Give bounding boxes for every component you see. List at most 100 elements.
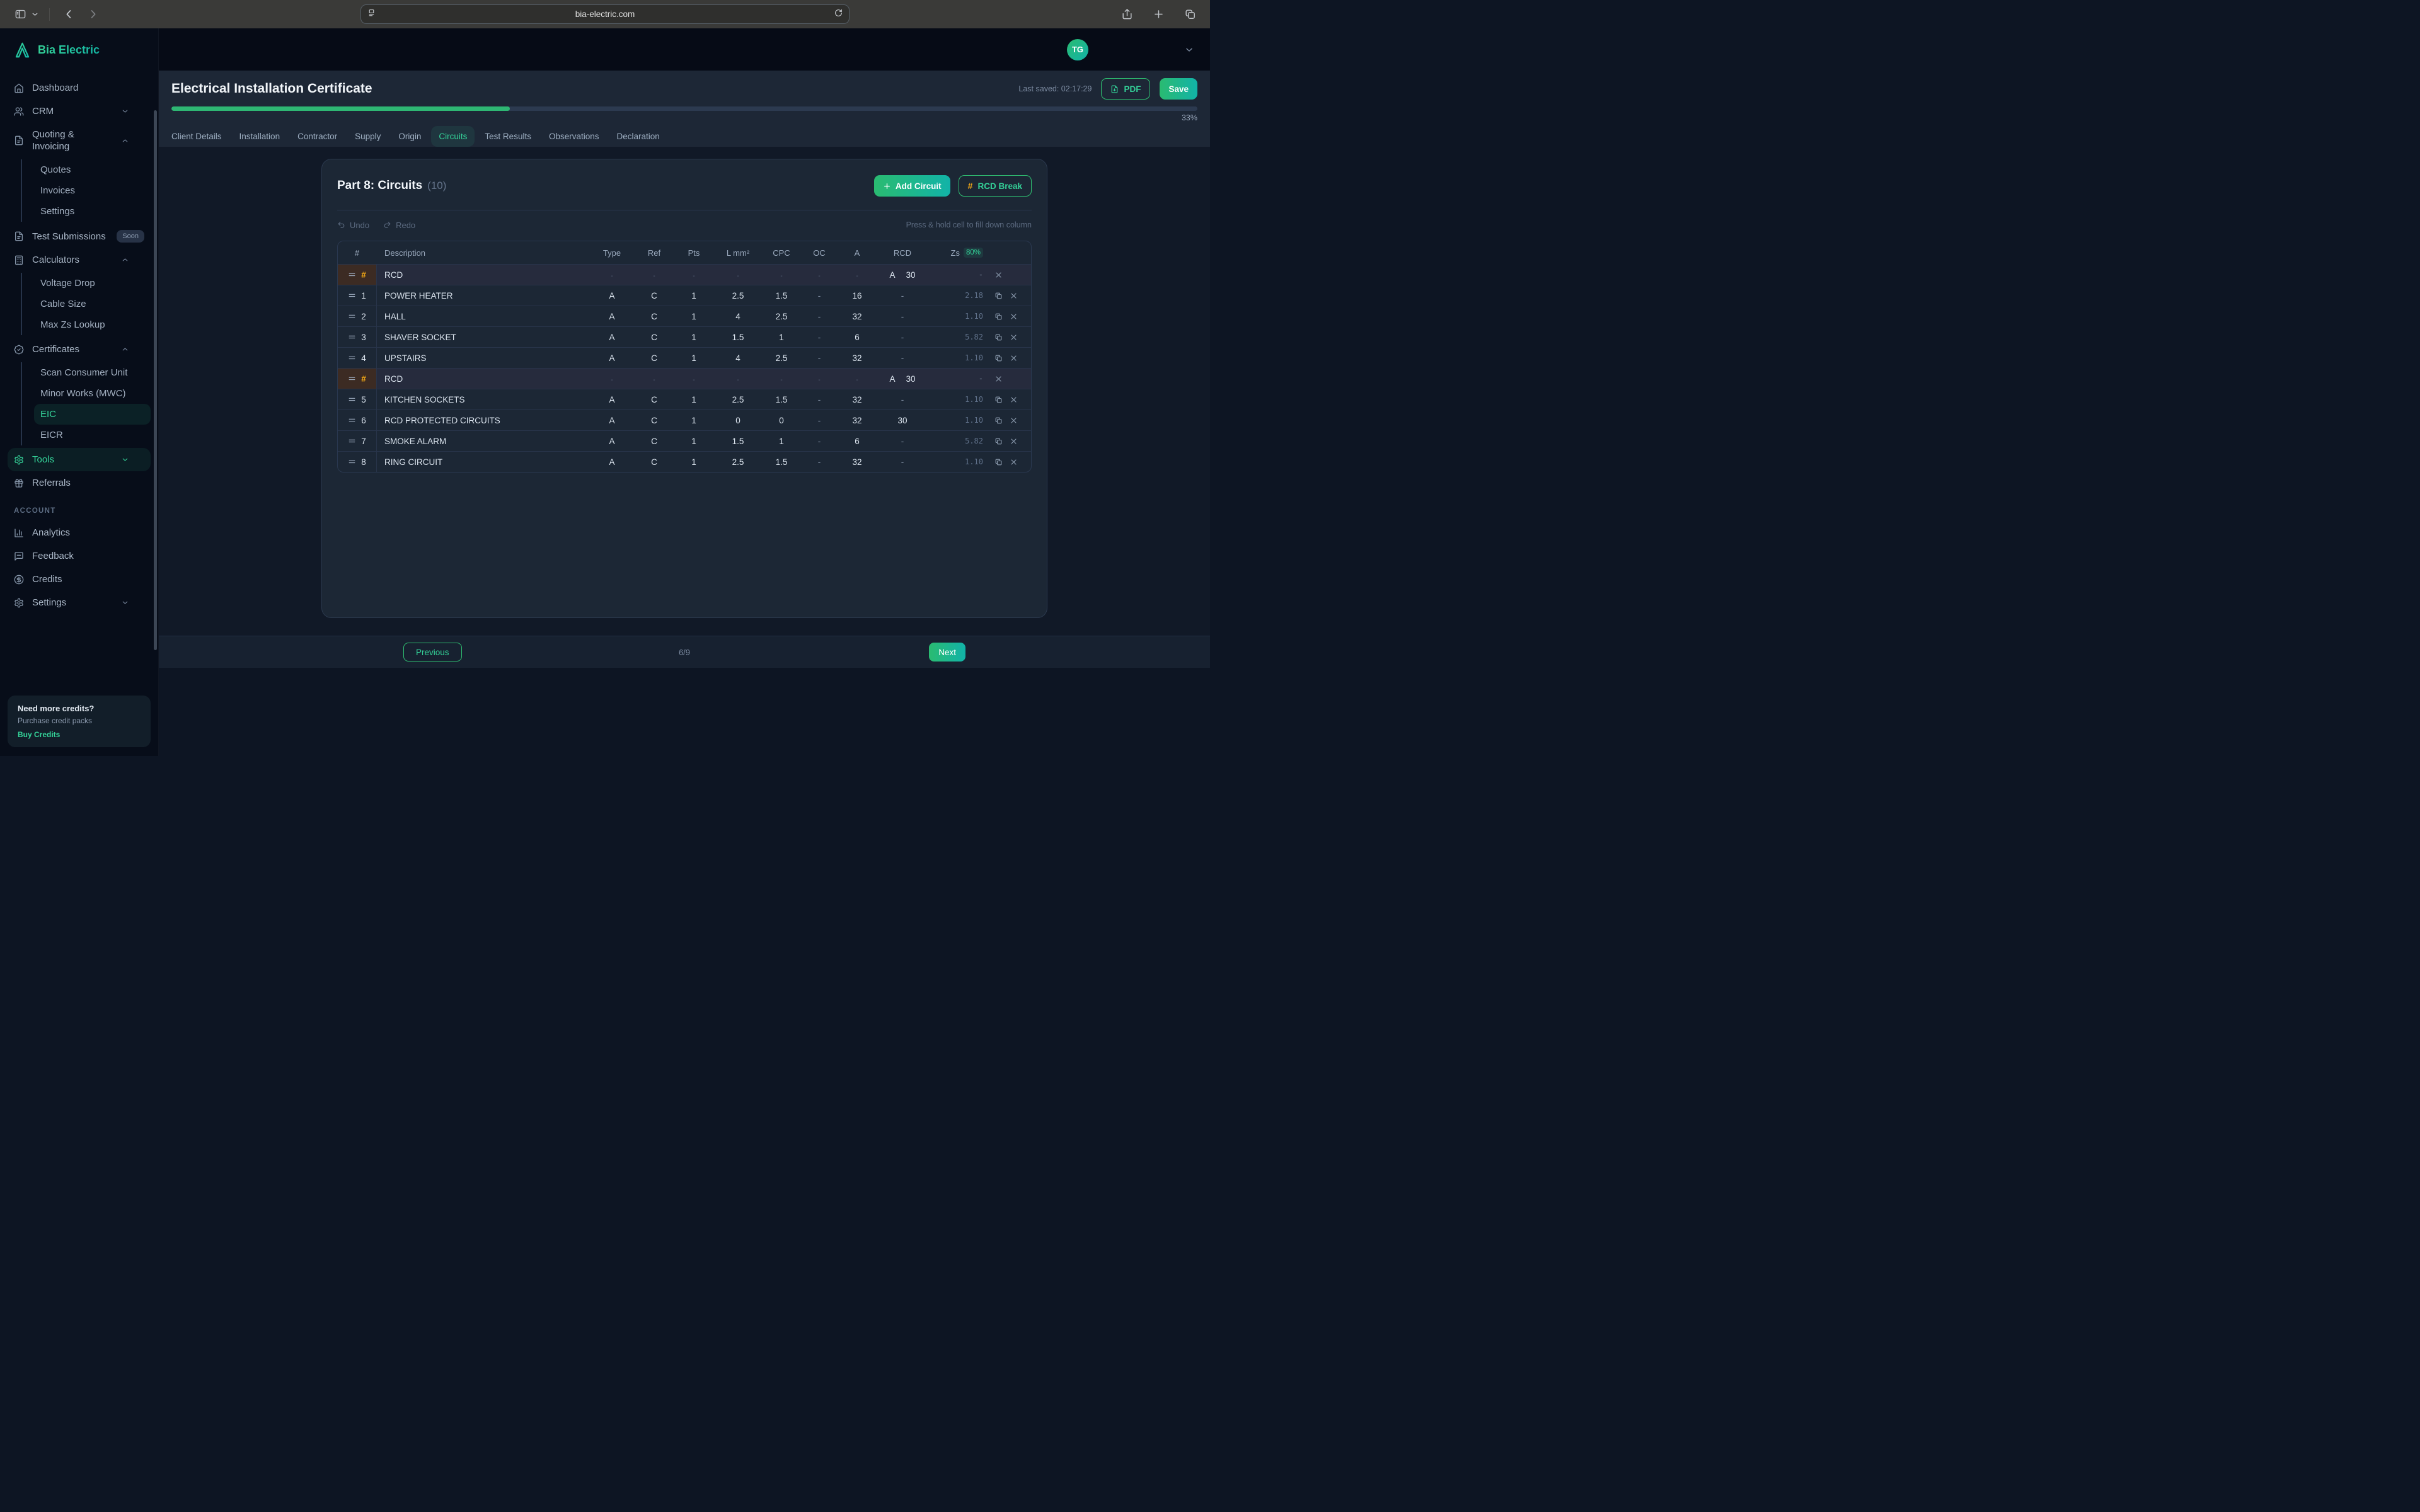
sidebar-subitem-scan-consumer-unit[interactable]: Scan Consumer Unit [34,362,151,383]
pdf-button[interactable]: PDF [1101,78,1150,100]
sidebar-item-calculators[interactable]: Calculators [8,248,151,272]
tab-origin[interactable]: Origin [398,132,421,141]
cell-pts[interactable]: 1 [674,437,713,446]
tab-supply[interactable]: Supply [355,132,381,141]
cell-type[interactable]: A [590,333,634,342]
cell-oc[interactable]: - [800,333,838,342]
row-handle-cell[interactable]: 5 [338,389,377,410]
sidebar-subitem-settings[interactable]: Settings [34,201,151,222]
cell-pts[interactable]: 1 [674,353,713,363]
sidebar-item-crm[interactable]: CRM [8,100,151,123]
cell-cpc[interactable]: 1.5 [763,395,800,404]
sidebar-item-certificates[interactable]: Certificates [8,338,151,361]
cell-cpc[interactable]: 2.5 [763,312,800,321]
cell-cpc[interactable]: 1.5 [763,457,800,467]
cell-l[interactable]: 2.5 [713,457,763,467]
cell-l[interactable]: 0 [713,416,763,425]
cell-type[interactable]: A [590,437,634,446]
rcd-ma-value[interactable]: 30 [906,270,915,280]
cell-l[interactable]: 2.5 [713,291,763,301]
browser-forward-icon[interactable] [84,6,101,23]
cell-a[interactable]: 32 [838,416,876,425]
browser-sidebar-chevron-icon[interactable] [30,6,39,23]
cell-a[interactable]: 6 [838,333,876,342]
sidebar-subitem-max-zs-lookup[interactable]: Max Zs Lookup [34,314,151,335]
cell-rcd-settings[interactable]: A 30 [876,374,929,384]
cell-description[interactable]: RCD [377,270,590,280]
cell-description[interactable]: RCD PROTECTED CIRCUITS [377,416,590,425]
tab-observations[interactable]: Observations [549,132,599,141]
drag-handle-icon[interactable] [348,458,356,466]
sidebar-item-tools[interactable]: Tools [8,448,151,471]
cell-oc[interactable]: - [800,457,838,467]
next-button[interactable]: Next [929,643,965,662]
delete-row-icon[interactable] [1010,333,1018,341]
cell-description[interactable]: KITCHEN SOCKETS [377,395,590,404]
cell-rcd[interactable]: - [876,312,929,321]
redo-button[interactable]: Redo [383,220,415,230]
cell-description[interactable]: RING CIRCUIT [377,457,590,467]
cell-rcd[interactable]: - [876,291,929,301]
cell-l[interactable]: 1.5 [713,333,763,342]
url-text[interactable]: bia-electric.com [376,9,834,19]
sidebar-item-analytics[interactable]: Analytics [8,521,151,544]
delete-row-icon[interactable] [1010,396,1018,404]
drag-handle-icon[interactable] [348,333,356,341]
share-icon[interactable] [1118,6,1136,23]
browser-url-bar[interactable]: bia-electric.com [360,4,850,24]
delete-row-icon[interactable] [994,271,1003,279]
delete-row-icon[interactable] [1010,292,1018,300]
tab-circuits[interactable]: Circuits [431,126,475,147]
sidebar-subitem-eicr[interactable]: EICR [34,425,151,445]
duplicate-row-icon[interactable] [994,396,1003,404]
duplicate-row-icon[interactable] [994,292,1003,300]
cell-oc[interactable]: - [800,353,838,363]
add-circuit-button[interactable]: Add Circuit [874,175,950,197]
rcd-row-handle-cell[interactable]: # [338,265,377,285]
sidebar-subitem-cable-size[interactable]: Cable Size [34,294,151,314]
rcd-type-value[interactable]: A [889,374,895,384]
drag-handle-icon[interactable] [348,292,356,300]
row-handle-cell[interactable]: 7 [338,431,377,451]
rcd-break-button[interactable]: # RCD Break [959,175,1032,197]
cell-rcd[interactable]: - [876,353,929,363]
drag-handle-icon[interactable] [348,271,356,279]
cell-a[interactable]: 32 [838,395,876,404]
cell-cpc[interactable]: 1 [763,437,800,446]
tab-declaration[interactable]: Declaration [617,132,660,141]
cell-pts[interactable]: 1 [674,333,713,342]
previous-button[interactable]: Previous [403,643,462,662]
cell-type[interactable]: A [590,353,634,363]
tab-client-details[interactable]: Client Details [171,132,222,141]
cell-type[interactable]: A [590,395,634,404]
cell-pts[interactable]: 1 [674,395,713,404]
cell-type[interactable]: A [590,291,634,301]
drag-handle-icon[interactable] [348,396,356,404]
reader-icon[interactable] [367,9,376,20]
cell-pts[interactable]: 1 [674,312,713,321]
delete-row-icon[interactable] [1010,354,1018,362]
duplicate-row-icon[interactable] [994,437,1003,445]
sidebar-item-settings[interactable]: Settings [8,591,151,614]
sidebar-item-quoting-invoicing[interactable]: Quoting & Invoicing [8,123,151,158]
cell-oc[interactable]: - [800,437,838,446]
cell-l[interactable]: 4 [713,353,763,363]
cell-l[interactable]: 1.5 [713,437,763,446]
cell-ref[interactable]: C [634,457,674,467]
avatar[interactable]: TG [1067,39,1088,60]
delete-row-icon[interactable] [1010,458,1018,466]
sidebar-subitem-eic[interactable]: EIC [34,404,151,425]
cell-ref[interactable]: C [634,416,674,425]
browser-sidebar-toggle-icon[interactable] [11,6,29,23]
cell-oc[interactable]: - [800,312,838,321]
sidebar-subitem-invoices[interactable]: Invoices [34,180,151,201]
cell-a[interactable]: 32 [838,353,876,363]
duplicate-row-icon[interactable] [994,333,1003,341]
rcd-ma-value[interactable]: 30 [906,374,915,384]
sidebar-item-feedback[interactable]: Feedback [8,544,151,568]
cell-rcd[interactable]: - [876,395,929,404]
row-handle-cell[interactable]: 6 [338,410,377,430]
cell-type[interactable]: A [590,312,634,321]
row-handle-cell[interactable]: 2 [338,306,377,326]
browser-back-icon[interactable] [60,6,78,23]
